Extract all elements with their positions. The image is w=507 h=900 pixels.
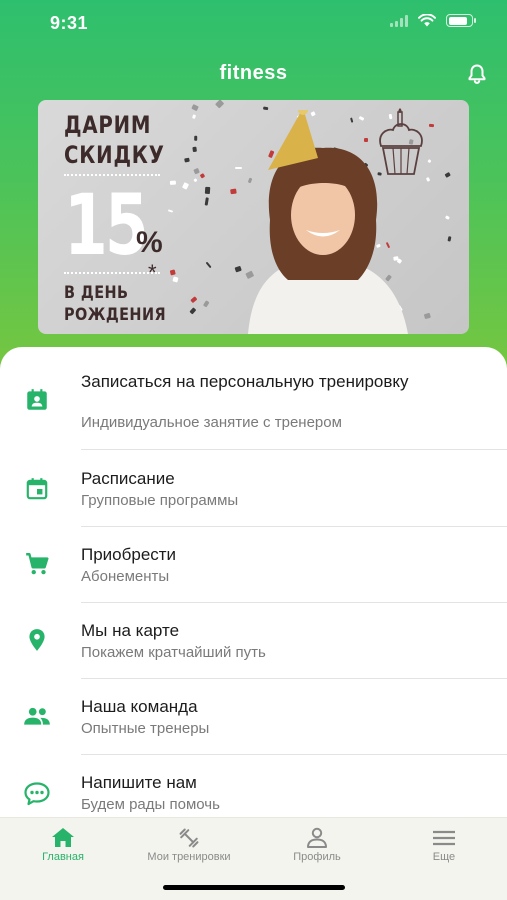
status-icons bbox=[390, 14, 476, 27]
tab-label: Мои тренировки bbox=[147, 851, 231, 863]
cellular-signal-icon bbox=[390, 14, 408, 27]
menu-item-title: Записаться на персональную тренировку bbox=[81, 372, 409, 391]
banner-footer-line2: РОЖДЕНИЯ bbox=[64, 305, 167, 325]
battery-icon bbox=[446, 14, 476, 27]
chat-icon bbox=[24, 782, 50, 806]
home-indicator bbox=[163, 885, 345, 890]
dumbbell-icon bbox=[179, 828, 199, 848]
tab-home[interactable]: Главная bbox=[0, 818, 126, 878]
banner-headline-line2: СКИДКУ bbox=[64, 141, 165, 169]
menu-item-subtitle: Групповые программы bbox=[81, 492, 239, 509]
menu-item-title: Напишите нам bbox=[81, 773, 197, 792]
wifi-icon bbox=[418, 14, 436, 27]
confetti-piece bbox=[447, 236, 452, 242]
confetti-piece bbox=[199, 173, 205, 179]
menu-item-team[interactable]: Наша команда Опытные тренеры bbox=[0, 679, 507, 755]
confetti-piece bbox=[192, 167, 200, 175]
status-bar: 9:31 bbox=[0, 0, 507, 46]
tab-profile[interactable]: Профиль bbox=[254, 818, 380, 878]
menu-item-title: Приобрести bbox=[81, 545, 177, 564]
menu-item-title: Мы на карте bbox=[81, 621, 180, 640]
menu-item-subtitle: Опытные тренеры bbox=[81, 720, 210, 737]
banner-headline-line1: ДАРИМ bbox=[64, 111, 152, 139]
cart-icon bbox=[26, 553, 49, 575]
banner-discount-value: 15 bbox=[64, 176, 149, 274]
confetti-piece bbox=[445, 215, 451, 220]
tab-label: Профиль bbox=[293, 851, 341, 863]
profile-icon bbox=[307, 827, 327, 848]
confetti-piece bbox=[190, 296, 198, 303]
menu-item-personal-training[interactable]: Записаться на персональную тренировку Ин… bbox=[0, 357, 507, 449]
menu-item-contact[interactable]: Напишите нам Будем рады помочь bbox=[0, 755, 507, 817]
confetti-piece bbox=[192, 147, 197, 153]
calendar-icon bbox=[26, 478, 48, 500]
menu-item-subtitle: Абонементы bbox=[81, 568, 170, 585]
status-time: 9:31 bbox=[50, 13, 89, 33]
promo-banner[interactable]: ДАРИМ СКИДКУ 15 % В ДЕНЬ РОЖДЕНИЯ * bbox=[38, 100, 469, 334]
home-icon bbox=[52, 828, 74, 847]
confetti-piece bbox=[191, 114, 197, 120]
confetti-piece bbox=[193, 178, 198, 183]
confetti-piece bbox=[190, 103, 199, 112]
menu-sheet: Записаться на персональную тренировку Ин… bbox=[0, 347, 507, 817]
confetti-piece bbox=[189, 307, 197, 315]
notifications-bell-icon[interactable] bbox=[465, 62, 489, 86]
confetti-piece bbox=[444, 172, 451, 179]
menu-item-map[interactable]: Мы на карте Покажем кратчайший путь bbox=[0, 603, 507, 679]
menu-item-purchase[interactable]: Приобрести Абонементы bbox=[0, 527, 507, 603]
menu-item-subtitle: Покажем кратчайший путь bbox=[81, 644, 266, 661]
location-pin-icon bbox=[29, 629, 45, 651]
confetti-piece bbox=[215, 100, 225, 109]
calendar-person-icon bbox=[27, 389, 47, 410]
tab-my-workouts[interactable]: Мои тренировки bbox=[126, 818, 252, 878]
tab-label: Еще bbox=[432, 851, 456, 863]
team-icon bbox=[24, 707, 50, 725]
cupcake-icon bbox=[379, 108, 423, 175]
menu-item-subtitle: Индивидуальное занятие с тренером bbox=[81, 414, 342, 431]
banner-text: ДАРИМ СКИДКУ 15 % В ДЕНЬ РОЖДЕНИЯ bbox=[64, 110, 187, 326]
menu-item-schedule[interactable]: Расписание Групповые программы bbox=[0, 450, 507, 526]
tab-more[interactable]: Еще bbox=[381, 818, 507, 878]
banner-asterisk: * bbox=[148, 260, 157, 285]
menu-item-subtitle: Будем рады помочь bbox=[81, 796, 220, 813]
app-title: fitness bbox=[219, 62, 288, 84]
confetti-piece bbox=[193, 135, 197, 141]
menu-item-title: Расписание bbox=[81, 469, 175, 488]
banner-discount: 15 % bbox=[64, 174, 163, 274]
menu-item-title: Наша команда bbox=[81, 697, 198, 716]
tab-label: Главная bbox=[42, 851, 84, 863]
banner-discount-percent-sign: % bbox=[136, 226, 163, 259]
menu-icon bbox=[433, 830, 455, 846]
